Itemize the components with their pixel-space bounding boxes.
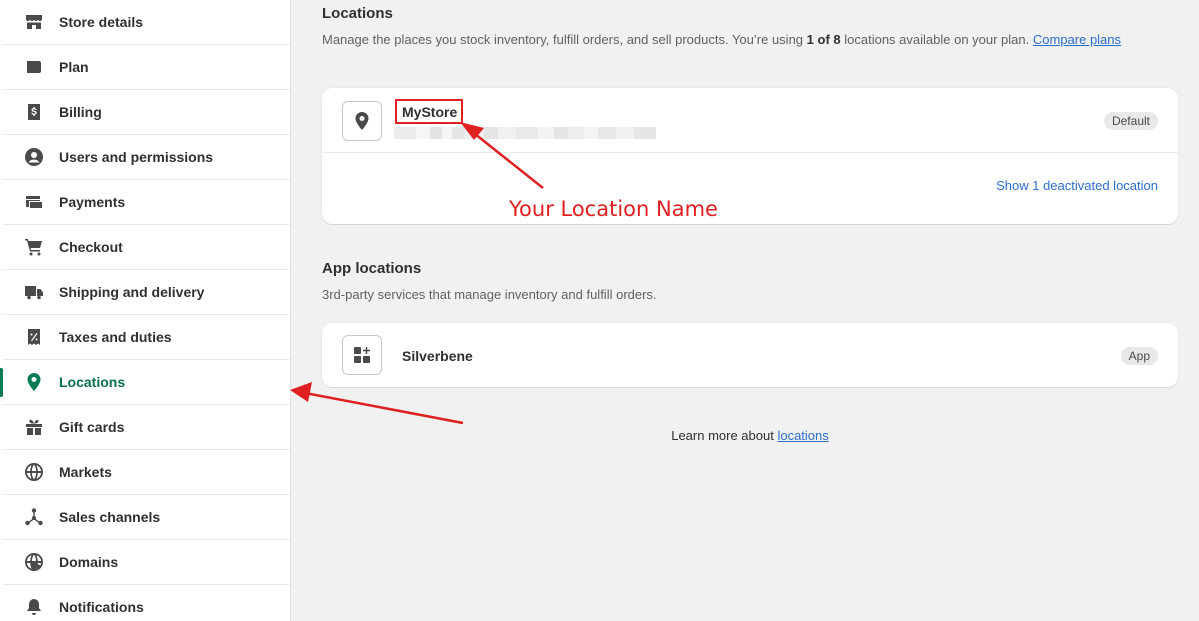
app-location-name: Silverbene bbox=[402, 348, 473, 364]
sidebar-item-locations[interactable]: Locations bbox=[0, 360, 290, 405]
sidebar-item-checkout[interactable]: Checkout bbox=[2, 225, 290, 270]
sidebar-item-label: Plan bbox=[59, 59, 89, 75]
sidebar-item-taxes[interactable]: Taxes and duties bbox=[2, 315, 290, 360]
tax-icon bbox=[23, 326, 45, 348]
locations-usage-count: 1 of 8 bbox=[806, 32, 841, 47]
sidebar-item-sales-channels[interactable]: Sales channels bbox=[2, 495, 290, 540]
app-thumbnail bbox=[342, 335, 382, 375]
locations-desc-text: Manage the places you stock inventory, f… bbox=[322, 32, 807, 47]
learn-more-text: Learn more about bbox=[671, 428, 778, 443]
channels-icon bbox=[23, 506, 45, 528]
sidebar-item-label: Users and permissions bbox=[59, 149, 214, 165]
sidebar-item-label: Shipping and delivery bbox=[59, 284, 205, 300]
billing-icon bbox=[23, 101, 45, 123]
sidebar-item-label: Gift cards bbox=[59, 419, 125, 435]
payments-icon bbox=[23, 191, 45, 213]
sidebar-item-store-details[interactable]: Store details bbox=[2, 0, 290, 45]
globe-icon bbox=[23, 461, 45, 483]
sidebar-item-label: Payments bbox=[59, 194, 126, 210]
sidebar-item-label: Taxes and duties bbox=[59, 329, 172, 345]
locations-description: Manage the places you stock inventory, f… bbox=[322, 30, 1162, 50]
bell-icon bbox=[23, 596, 45, 618]
learn-more: Learn more about locations bbox=[322, 428, 1178, 443]
location-pin-icon bbox=[23, 371, 45, 393]
annotation-label: Your Location Name bbox=[509, 197, 718, 221]
sidebar-item-notifications[interactable]: Notifications bbox=[2, 585, 290, 621]
sidebar-item-label: Locations bbox=[59, 374, 126, 390]
settings-sidebar: Store details Plan Billing Users and per… bbox=[0, 0, 291, 621]
app-grid-plus-icon bbox=[354, 347, 370, 363]
sidebar-item-label: Domains bbox=[59, 554, 119, 570]
app-location-card[interactable]: Silverbene App bbox=[322, 323, 1178, 387]
show-deactivated-location-link[interactable]: Show 1 deactivated location bbox=[996, 178, 1158, 193]
app-locations-description: 3rd-party services that manage inventory… bbox=[322, 287, 657, 302]
app-badge: App bbox=[1120, 347, 1158, 365]
location-pin-icon bbox=[355, 112, 369, 130]
locations-title: Locations bbox=[322, 5, 393, 22]
arrow-to-locations-menu bbox=[290, 382, 464, 425]
sidebar-item-label: Checkout bbox=[59, 239, 123, 255]
store-icon bbox=[23, 11, 45, 33]
sidebar-item-shipping[interactable]: Shipping and delivery bbox=[2, 270, 290, 315]
location-row[interactable]: MyStore Default bbox=[322, 88, 1178, 153]
app-locations-title: App locations bbox=[322, 260, 422, 277]
sidebar-item-plan[interactable]: Plan bbox=[2, 45, 290, 90]
sidebar-item-users[interactable]: Users and permissions bbox=[2, 135, 290, 180]
user-icon bbox=[23, 146, 45, 168]
sidebar-item-label: Notifications bbox=[59, 599, 144, 615]
redacted-address bbox=[394, 127, 656, 139]
compare-plans-link[interactable]: Compare plans bbox=[1033, 32, 1121, 47]
sidebar-item-gift-cards[interactable]: Gift cards bbox=[2, 405, 290, 450]
sidebar-item-domains[interactable]: Domains bbox=[2, 540, 290, 585]
location-name-highlight-box bbox=[395, 99, 463, 124]
locations-help-link[interactable]: locations bbox=[777, 428, 828, 443]
truck-icon bbox=[23, 281, 45, 303]
sidebar-item-billing[interactable]: Billing bbox=[2, 90, 290, 135]
locations-desc-text-end: locations available on your plan. bbox=[840, 32, 1033, 47]
gift-icon bbox=[23, 416, 45, 438]
locations-card: MyStore Default Show 1 deactivated locat… bbox=[322, 88, 1178, 224]
sidebar-item-label: Store details bbox=[59, 14, 144, 30]
default-badge: Default bbox=[1103, 112, 1158, 130]
sidebar-item-markets[interactable]: Markets bbox=[2, 450, 290, 495]
sidebar-item-label: Billing bbox=[59, 104, 102, 120]
sidebar-item-label: Markets bbox=[59, 464, 112, 480]
cart-icon bbox=[23, 236, 45, 258]
sidebar-item-label: Sales channels bbox=[59, 509, 161, 525]
domain-globe-icon bbox=[23, 551, 45, 573]
location-thumbnail bbox=[342, 101, 382, 141]
plan-icon bbox=[23, 56, 45, 78]
sidebar-item-payments[interactable]: Payments bbox=[2, 180, 290, 225]
